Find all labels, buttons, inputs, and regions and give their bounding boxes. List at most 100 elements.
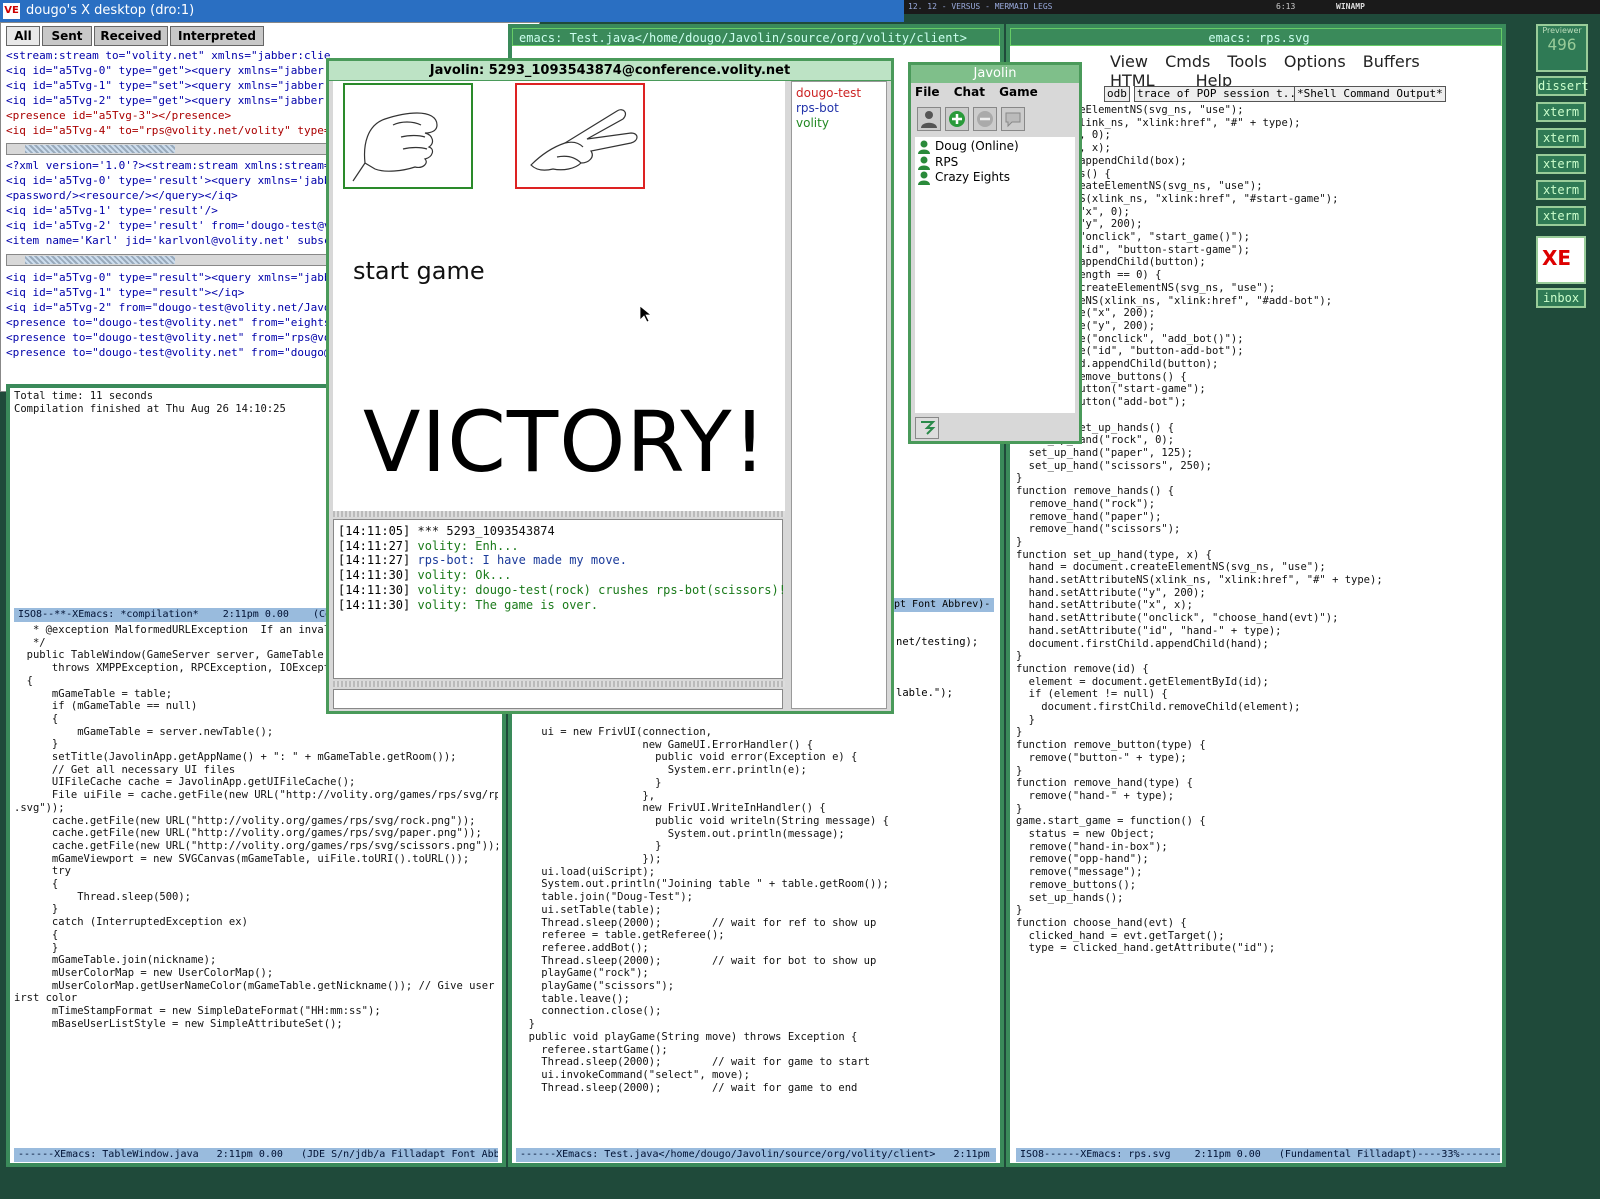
code-line: lable.");: [896, 686, 953, 699]
chat-text: volity: dougo-test(rock) crushes rps-bot…: [417, 582, 786, 597]
code-line: ribute("x", x);: [1016, 142, 1111, 155]
dock-xterm[interactable]: xterm: [1536, 128, 1586, 148]
menu-game[interactable]: Game: [999, 85, 1038, 99]
code-line: {: [14, 712, 59, 725]
menu-chat[interactable]: Chat: [954, 85, 985, 99]
code-line: ribute("y", 0);: [1016, 129, 1111, 142]
code-line: Thread.sleep(2000); // wait for game to …: [516, 1056, 871, 1069]
add-button[interactable]: [945, 107, 969, 131]
buffer-tab[interactable]: *Shell Command Output*: [1294, 86, 1446, 102]
code-line: function remove_hand(type) {: [1016, 777, 1194, 790]
roster-titlebar[interactable]: Javolin: [911, 65, 1079, 83]
dock-xterm[interactable]: xterm: [1536, 180, 1586, 200]
code-line: etAttribute("x", 200);: [1016, 307, 1156, 320]
code-line: mGameViewport = new SVGCanvas(mGameTable…: [14, 852, 470, 865]
user-item[interactable]: volity: [796, 116, 882, 131]
code-line: remove_hand("rock");: [1016, 497, 1156, 510]
emacs-right-titlebar[interactable]: emacs: rps.svg: [1010, 28, 1502, 46]
code-line: irstChild.appendChild(box);: [1016, 154, 1187, 167]
menu-cmds[interactable]: Cmds: [1165, 52, 1210, 71]
code-line: }: [14, 941, 59, 954]
xemacs-dock-icon[interactable]: XE: [1536, 236, 1586, 284]
remove-button[interactable]: [973, 107, 997, 131]
chat-text: volity: Ok...: [417, 568, 512, 583]
code-line: function set_up_hand(type, x) {: [1016, 548, 1212, 561]
code-line: remove_buttons();: [1016, 878, 1137, 891]
player-hand-box[interactable]: [343, 83, 473, 189]
chat-splitter[interactable]: [333, 681, 785, 687]
user-item[interactable]: rps-bot: [796, 101, 882, 116]
compilation-buffer[interactable]: Total time: 11 seconds Compilation finis…: [14, 390, 334, 415]
chat-timestamp: [14:11:30]: [338, 597, 411, 612]
sent-pane-scrollbar[interactable]: [6, 143, 330, 155]
tab-received[interactable]: Received: [94, 26, 168, 46]
roster-item[interactable]: RPS: [918, 154, 1075, 171]
previewer-label: Previewer: [1542, 26, 1582, 35]
status-button[interactable]: [915, 417, 939, 439]
dock-xterm[interactable]: xterm: [1536, 154, 1586, 174]
code-line: etAttributeNS(xlink_ns, "xlink:href", "#…: [1016, 294, 1333, 307]
roster-item[interactable]: Doug (Online): [918, 139, 1075, 155]
emacs-mid-titlebar[interactable]: emacs: Test.java</home/dougo/Javolin/sou…: [512, 28, 1000, 46]
winamp-label: WINAMP: [1336, 2, 1365, 11]
roster-list[interactable]: Doug (Online) RPS Crazy Eights: [915, 137, 1075, 413]
chat-button[interactable]: [1001, 107, 1025, 131]
opponent-hand-box[interactable]: [515, 83, 645, 189]
xml-line: <iq id="a5Tvg-0" type="result"><query xm…: [6, 271, 330, 284]
canvas-splitter[interactable]: [333, 511, 785, 517]
code-line: }: [1016, 472, 1023, 485]
plus-icon: [949, 111, 965, 127]
code-line: playGame("rock");: [516, 967, 649, 980]
tablewindow-modeline: ------XEmacs: TableWindow.java 2:11pm 0.…: [14, 1148, 498, 1162]
tab-all[interactable]: All: [6, 26, 40, 46]
menu-buffers[interactable]: Buffers: [1363, 52, 1420, 71]
code-line: set_up_hand("paper", 125);: [1016, 446, 1194, 459]
dock-inbox[interactable]: inbox: [1536, 288, 1586, 308]
received-pane[interactable]: <?xml version='1.0'?><stream:stream xmln…: [6, 158, 330, 250]
chat-log[interactable]: [14:11:05] *** 5293_1093543874 [14:11:27]…: [333, 519, 786, 679]
code-line: _up_buttons() {: [1016, 167, 1111, 180]
dock-xterm[interactable]: xterm: [1536, 102, 1586, 122]
game-window-titlebar[interactable]: Javolin: 5293_1093543874@conference.voli…: [329, 61, 891, 81]
add-contact-button[interactable]: [917, 107, 941, 131]
tab-interpreted[interactable]: Interpreted: [170, 26, 264, 46]
roster-item[interactable]: Crazy Eights: [918, 170, 1075, 186]
javolin-game-window[interactable]: Javolin: 5293_1093543874@conference.voli…: [326, 58, 894, 714]
received-pane-scrollbar[interactable]: [6, 254, 330, 266]
interpreted-pane[interactable]: <iq id="a5Tvg-0" type="result"><query xm…: [6, 270, 330, 362]
code-line: }: [14, 903, 59, 916]
code-line: Attribute("id", "button-start-game");: [1016, 243, 1250, 256]
dock-xterm[interactable]: xterm: [1536, 206, 1586, 226]
winamp-bar[interactable]: 12. 12 - VERSUS - MERMAID LEGS 6:13 WINA…: [904, 0, 1600, 14]
user-item[interactable]: dougo-test: [796, 86, 882, 101]
buffer-tab[interactable]: trace of POP session t...: [1134, 86, 1306, 102]
code-line: referee = table.getReferee();: [516, 929, 725, 942]
mouse-cursor-icon: [639, 305, 651, 323]
rps-svg-buffer[interactable]: ment.createElementNS(svg_ns, "use"); ribu…: [1016, 104, 1500, 955]
user-list[interactable]: dougo-test rps-bot volity: [791, 81, 887, 709]
menu-options[interactable]: Options: [1284, 52, 1346, 71]
sent-pane[interactable]: <stream:stream to="volity.net" xmlns="ja…: [6, 48, 330, 140]
tab-sent[interactable]: Sent: [42, 26, 92, 46]
menu-view[interactable]: View: [1110, 52, 1148, 71]
test-java-buffer[interactable]: ui = new FrivUI(connection, new GameUI.E…: [516, 726, 996, 1094]
contact-online-icon: [918, 140, 930, 154]
roster-item-label: Crazy Eights: [935, 170, 1010, 184]
chat-input[interactable]: [333, 689, 783, 709]
roster-item-label: RPS: [935, 154, 959, 169]
desktop-title-bar[interactable]: dougo's X desktop (dro:1): [0, 0, 904, 22]
dock-dissert[interactable]: dissert: [1536, 76, 1589, 96]
start-game-button[interactable]: start game: [353, 257, 485, 285]
menu-file[interactable]: File: [915, 85, 940, 99]
game-canvas[interactable]: start game VICTORY!: [333, 81, 785, 511]
code-line: Thread.sleep(2000); // wait for game to …: [516, 1081, 858, 1094]
javolin-roster-window[interactable]: Javolin File Chat Game Doug (Online) RPS C…: [908, 62, 1082, 444]
code-line: connection.close();: [516, 1005, 662, 1018]
code-line: element = document.getElementById(id);: [1016, 675, 1269, 688]
previewer-applet[interactable]: Previewer 496: [1536, 24, 1588, 72]
code-line: Thread.sleep(500);: [14, 890, 192, 903]
emacs-right-menubar: View Cmds Tools Options Buffers HTML Hel…: [1110, 52, 1500, 90]
menu-tools[interactable]: Tools: [1227, 52, 1266, 71]
code-line: public void playGame(String move) throws…: [516, 1030, 858, 1043]
buffer-tab[interactable]: odb: [1104, 86, 1130, 102]
